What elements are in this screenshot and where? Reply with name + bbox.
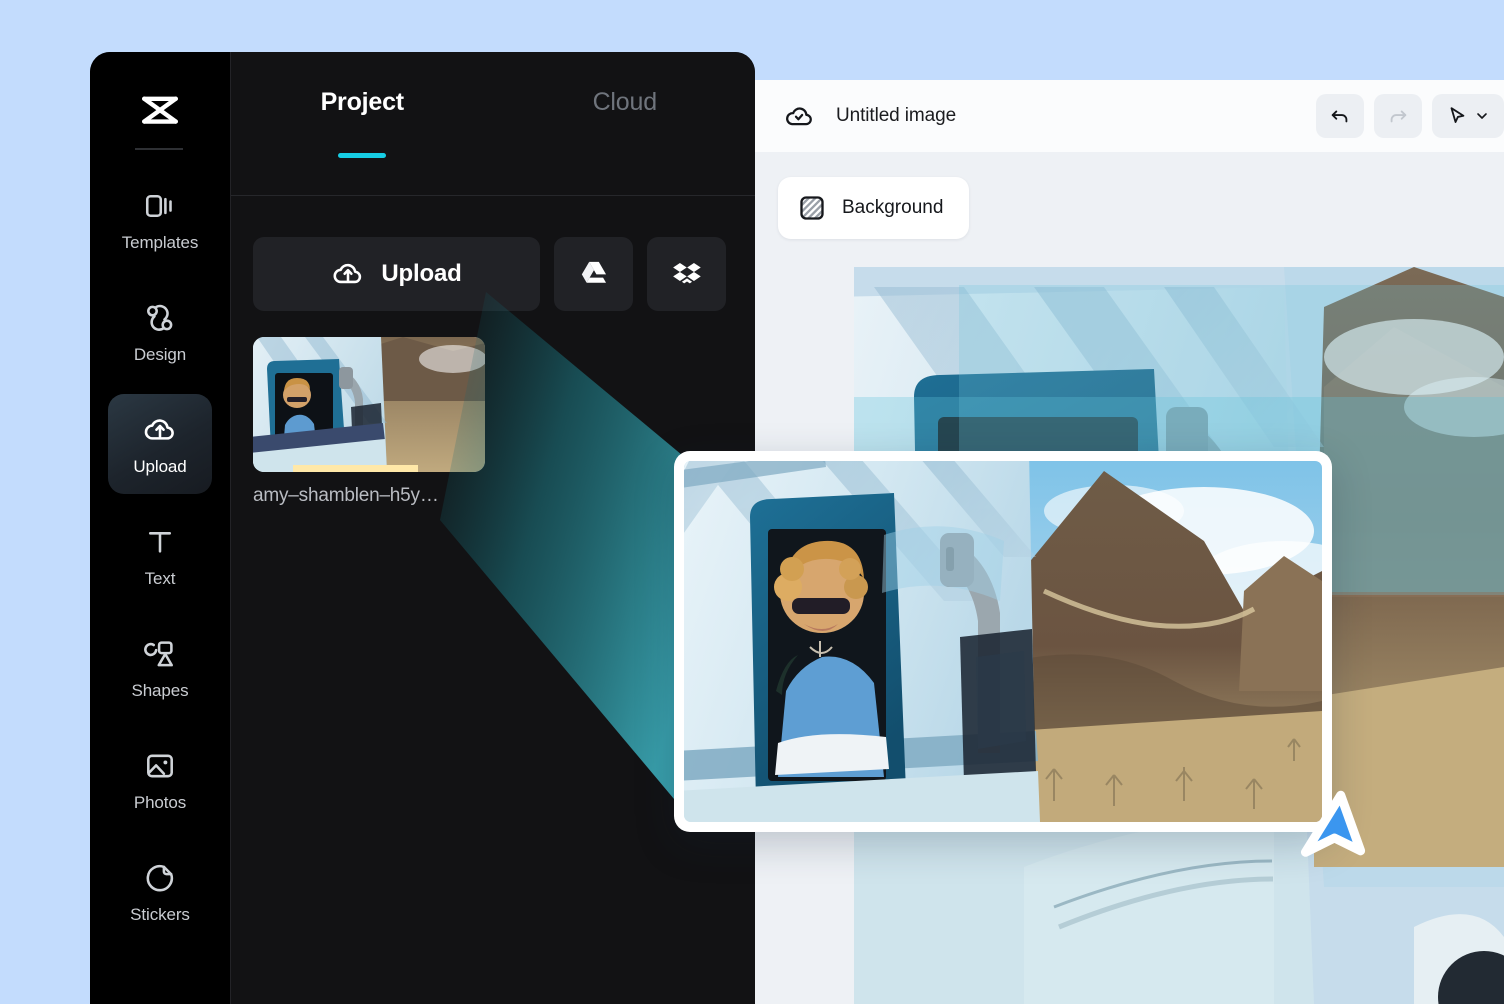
tab-cloud[interactable]: Cloud bbox=[494, 74, 756, 150]
redo-arrow-icon bbox=[1387, 105, 1409, 127]
upload-cloud-icon bbox=[142, 412, 178, 448]
select-tool-button[interactable] bbox=[1432, 94, 1504, 138]
sidebar-item-label: Stickers bbox=[130, 904, 190, 924]
chevron-down-icon bbox=[1474, 108, 1490, 124]
sidebar-item-shapes[interactable]: Shapes bbox=[108, 618, 212, 718]
text-icon bbox=[142, 524, 178, 560]
editor-toolbar: Background bbox=[754, 152, 1504, 267]
background-button[interactable]: Background bbox=[778, 177, 970, 239]
upload-button[interactable]: Upload bbox=[253, 237, 540, 311]
rail-divider bbox=[135, 148, 183, 150]
tab-active-underline bbox=[338, 153, 387, 158]
screen-root: Untitled image Background Templates Desi… bbox=[0, 0, 1504, 1004]
sidebar-item-photos[interactable]: Photos bbox=[108, 730, 212, 830]
editor-header: Untitled image bbox=[754, 80, 1504, 152]
asset-filename: amy–shamblen–h5y… bbox=[253, 485, 439, 506]
dragged-image-preview bbox=[684, 461, 1322, 822]
tab-label: Project bbox=[320, 88, 405, 116]
cursor-arrow-icon bbox=[1446, 105, 1468, 127]
app-window: Templates Design Upload Text Shapes Phot… bbox=[90, 52, 755, 1004]
upload-progress-bar bbox=[293, 465, 418, 472]
document-title[interactable]: Untitled image bbox=[836, 105, 956, 127]
tab-project[interactable]: Project bbox=[231, 74, 494, 158]
sidebar-item-label: Upload bbox=[133, 456, 187, 476]
redo-button[interactable] bbox=[1374, 94, 1422, 138]
upload-actions: Upload bbox=[231, 237, 755, 311]
undo-button[interactable] bbox=[1316, 94, 1364, 138]
dragged-image-card[interactable] bbox=[674, 451, 1332, 832]
editor-header-tools bbox=[1316, 94, 1504, 138]
google-drive-button[interactable] bbox=[554, 237, 633, 311]
tabs-divider bbox=[231, 195, 755, 196]
sidebar-item-upload[interactable]: Upload bbox=[108, 394, 212, 494]
undo-arrow-icon bbox=[1329, 105, 1351, 127]
sidebar-rail: Templates Design Upload Text Shapes Phot… bbox=[90, 52, 230, 1004]
upload-cloud-icon bbox=[331, 257, 365, 291]
sidebar-items: Templates Design Upload Text Shapes Phot… bbox=[90, 170, 230, 954]
design-icon bbox=[142, 300, 178, 336]
panel-tabs: Project Cloud bbox=[231, 74, 756, 158]
sidebar-item-label: Design bbox=[133, 344, 187, 364]
shapes-icon bbox=[142, 636, 178, 672]
tab-label: Cloud bbox=[592, 88, 658, 116]
sidebar-item-design[interactable]: Design bbox=[108, 282, 212, 382]
asset-thumbnail[interactable] bbox=[253, 337, 485, 472]
sidebar-item-templates[interactable]: Templates bbox=[108, 170, 212, 270]
sidebar-item-text[interactable]: Text bbox=[108, 506, 212, 606]
templates-icon bbox=[142, 188, 178, 224]
google-drive-icon bbox=[577, 257, 611, 291]
sidebar-item-label: Templates bbox=[121, 232, 199, 252]
dragged-image bbox=[684, 461, 1322, 822]
background-label: Background bbox=[842, 197, 944, 218]
sidebar-item-label: Photos bbox=[133, 792, 187, 812]
dropbox-icon bbox=[670, 257, 704, 291]
photos-icon bbox=[142, 748, 178, 784]
sidebar-item-label: Shapes bbox=[131, 680, 189, 700]
asset-card[interactable]: amy–shamblen–h5y… bbox=[253, 337, 485, 507]
capcut-logo-icon bbox=[132, 83, 188, 139]
dropbox-button[interactable] bbox=[647, 237, 726, 311]
cloud-saved-check-icon bbox=[784, 101, 814, 131]
sidebar-item-stickers[interactable]: Stickers bbox=[108, 842, 212, 942]
background-swatch-icon bbox=[798, 194, 826, 222]
upload-button-label: Upload bbox=[381, 260, 462, 287]
sidebar-item-label: Text bbox=[144, 568, 176, 588]
stickers-icon bbox=[142, 860, 178, 896]
asset-thumbnail-image bbox=[253, 337, 485, 472]
app-logo[interactable] bbox=[90, 76, 230, 146]
